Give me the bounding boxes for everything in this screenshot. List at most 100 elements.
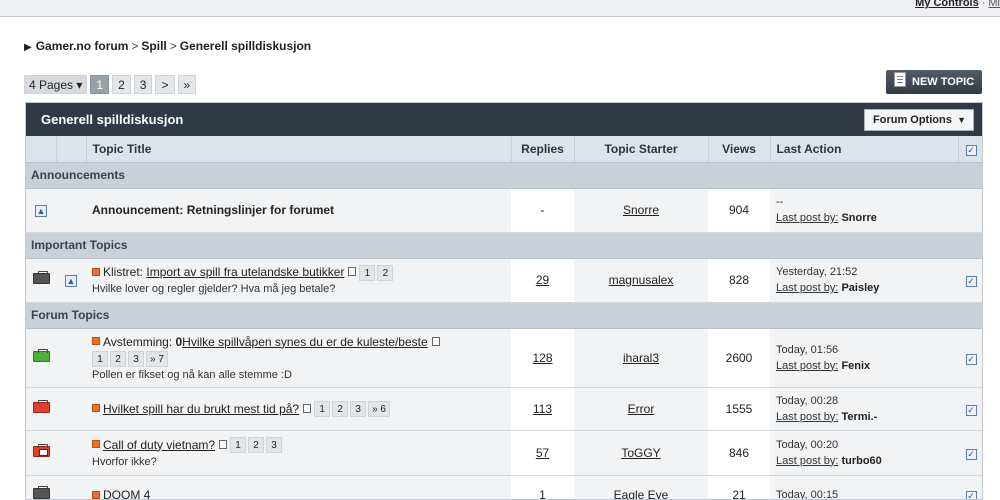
select-checkbox-icon[interactable]: ✓ [965,276,977,287]
topic-page[interactable]: 2 [110,350,126,367]
views-cell: 828 [708,258,770,303]
new-post-icon[interactable] [92,440,100,449]
topic-page[interactable]: 3 [266,437,283,454]
forum-options-button[interactable]: Forum Options ▼ [864,109,974,131]
starter-link[interactable]: iharal3 [623,351,659,365]
topic-title-link[interactable]: Hvilke spillvåpen synes du er de kuleste… [182,335,427,349]
topic-page[interactable]: 1 [314,401,331,418]
new-topic-button[interactable]: NEW TOPIC [886,70,982,94]
new-post-icon[interactable] [92,267,100,276]
topic-page[interactable]: 1 [359,264,376,281]
last-by-link[interactable]: Snorre [841,212,876,224]
topic-page[interactable]: 1 [230,437,247,454]
row-icon [26,328,56,388]
col-views[interactable]: Views [708,136,771,163]
row-icon [26,475,56,499]
breadcrumb-item-current[interactable]: Generell spilldiskusjon [180,39,311,53]
topic-page[interactable]: 2 [377,264,394,281]
page-last[interactable]: » [177,75,197,94]
starter-link[interactable]: ToGGY [621,446,660,460]
replies-link[interactable]: 29 [536,273,549,287]
more-link[interactable]: Mi [988,0,1000,9]
row-icon [26,258,56,303]
topic-cell: Hvilket spill har du brukt mest tid på? 1… [86,387,511,431]
last-by-link[interactable]: Fenix [841,360,870,372]
pages-dropdown[interactable]: 4 Pages ▾ [24,75,88,94]
page-next[interactable]: > [155,75,175,94]
last-by-label: Last post by: [776,410,839,423]
replies-link[interactable]: 128 [532,351,552,365]
page-2[interactable]: 2 [112,75,131,94]
topic-title-link[interactable]: Retningslinjer for forumet [187,203,334,217]
last-by-link[interactable]: Paisley [841,282,879,294]
row-icon2 [56,430,86,476]
replies-cell: 113 [511,387,574,431]
document-icon [894,71,906,87]
page-3[interactable]: 3 [133,75,153,94]
select-checkbox-icon[interactable]: ✓ [965,448,977,460]
replies-link[interactable]: 113 [533,402,552,416]
views-cell: 1555 [708,387,770,431]
last-action-cell: Today, 00:15 [770,475,958,499]
replies-link[interactable]: 1 [539,488,546,499]
top-bar: My Controls · Mi [0,0,1000,17]
last-action-cell: -- Last post by: Snorre [770,188,958,233]
topic-title-link[interactable]: DOOM 4 [103,488,150,499]
views-cell: 21 [708,475,770,499]
user-controls: My Controls · Mi [915,0,1000,9]
topic-title-link[interactable]: Call of duty vietnam? [103,438,215,452]
topic-title-link[interactable]: Import av spill fra utelandske butikker [146,265,344,279]
topic-title-link[interactable]: Hvilket spill har du brukt mest tid på? [103,402,299,416]
select-cell: ✓ [958,258,982,303]
topic-page[interactable]: 1 [92,350,108,367]
starter-link[interactable]: Eagle Eye [614,488,669,499]
forum-options-label: Forum Options [873,114,952,126]
last-action-cell: Today, 00:20 Last post by: turbo60 [770,430,958,476]
col-select-all[interactable]: ✓ [958,136,982,163]
starter-link[interactable]: Error [628,402,655,416]
starter-cell: Snorre [574,188,708,233]
breadcrumb-item-forum[interactable]: Gamer.no forum [36,39,129,53]
topic-page[interactable]: 2 [332,401,349,418]
page-icon [431,336,440,346]
col-topic-title[interactable]: Topic Title [86,136,512,163]
views-cell: 846 [708,430,770,476]
col-icon [26,136,57,163]
last-by-link[interactable]: Termi.- [841,411,877,423]
select-checkbox-icon[interactable]: ✓ [965,353,977,365]
col-replies[interactable]: Replies [511,136,575,163]
starter-cell: ToGGY [574,430,708,476]
breadcrumb: ▶ Gamer.no forum > Spill > Generell spilldisk… [24,39,311,53]
select-checkbox-icon[interactable]: ✓ [965,491,977,499]
caret-down-icon: ▼ [957,115,966,125]
topic-page[interactable]: » 6 [368,401,390,418]
last-by-link[interactable]: turbo60 [841,455,881,467]
starter-link[interactable]: Snorre [623,203,659,217]
page-icon [348,267,357,277]
starter-link[interactable]: magnusalex [609,273,674,287]
new-post-icon[interactable] [92,404,100,413]
topic-page[interactable]: » 7 [146,350,168,367]
page-1[interactable]: 1 [90,75,110,94]
breadcrumb-item-spill[interactable]: Spill [141,39,166,53]
replies-link[interactable]: 57 [536,446,549,460]
last-by-label: Last post by: [776,282,839,294]
topic-page[interactable]: 2 [248,437,265,454]
topic-page[interactable]: 3 [350,401,367,418]
topic-cell: Avstemming: 0Hvilke spillvåpen synes du … [86,328,511,388]
col-last-action[interactable]: Last Action [770,136,959,163]
my-controls-link[interactable]: My Controls [915,0,979,9]
row-icon: ▲ [26,188,56,233]
select-all-checkbox-icon[interactable]: ✓ [965,144,977,156]
row-icon2 [56,328,86,388]
new-post-icon[interactable] [92,490,100,499]
forum-title: Generell spilldiskusjon [41,112,184,127]
col-topic-starter[interactable]: Topic Starter [574,136,709,163]
announcement-prefix: Announcement: [92,203,184,217]
select-checkbox-icon[interactable]: ✓ [965,404,977,416]
topic-cell: Klistret: Import av spill fra utelandske… [86,258,511,303]
section-label: Forum Topics [26,302,982,329]
new-post-icon[interactable] [92,337,100,346]
topic-page[interactable]: 3 [128,350,144,367]
topic-cell: Announcement: Retningslinjer for forumet [86,188,511,233]
